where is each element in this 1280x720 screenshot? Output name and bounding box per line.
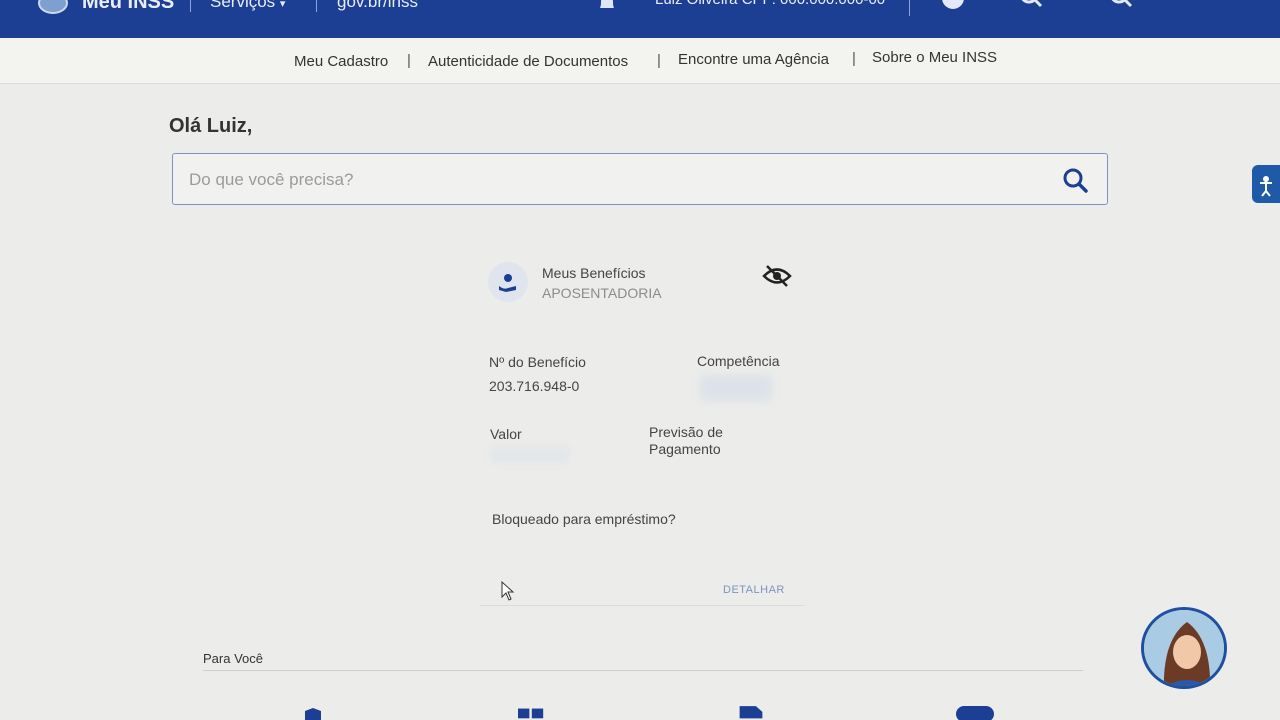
hide-eye-icon[interactable] — [762, 263, 792, 289]
divider — [190, 0, 191, 12]
valor-label: Valor — [490, 426, 522, 442]
services-menu[interactable]: Serviços ▾ — [210, 0, 285, 12]
nav-separator: | — [852, 50, 856, 67]
document-grid-icon[interactable] — [518, 702, 544, 720]
benefit-number-label: Nº do Benefício — [489, 354, 586, 370]
benefits-title: Meus Benefícios — [542, 265, 646, 281]
previsao-label-line2: Pagamento — [649, 441, 721, 457]
detalhar-link[interactable]: DETALHAR — [723, 584, 785, 596]
valor-value-hidden — [490, 446, 570, 464]
competencia-value-hidden — [700, 375, 772, 401]
brand-title[interactable]: Meu INSS — [82, 0, 174, 14]
search-icon[interactable] — [1018, 0, 1044, 12]
section-divider — [203, 670, 1083, 671]
greeting: Olá Luiz, — [169, 115, 253, 137]
nav-separator: | — [657, 52, 661, 69]
divider — [909, 0, 910, 16]
divider — [316, 0, 317, 12]
mouse-cursor-icon — [501, 581, 515, 601]
nav-autenticidade-documentos[interactable]: Autenticidade de Documentos — [428, 53, 628, 70]
logo-icon[interactable] — [38, 0, 68, 14]
search-icon[interactable] — [1108, 0, 1134, 12]
search-box — [172, 153, 1108, 205]
competencia-label: Competência — [697, 353, 780, 369]
bloqueado-label: Bloqueado para empréstimo? — [492, 511, 676, 527]
search-icon[interactable] — [1061, 166, 1089, 194]
govbr-link[interactable]: gov.br/inss — [337, 0, 418, 12]
previsao-label-line1: Previsão de — [649, 424, 723, 440]
id-card-icon[interactable] — [954, 702, 996, 720]
top-bar: Meu INSS Serviços ▾ gov.br/inss Luiz Oli… — [0, 0, 1280, 38]
hand-person-icon — [488, 262, 528, 302]
accessibility-tab[interactable] — [1252, 165, 1280, 203]
secondary-nav: Meu Cadastro | Autenticidade de Document… — [0, 38, 1280, 84]
nav-separator: | — [407, 52, 411, 69]
nav-meu-cadastro[interactable]: Meu Cadastro — [294, 53, 388, 70]
chevron-down-icon: ▾ — [279, 0, 286, 10]
assistant-avatar-image — [1144, 610, 1224, 686]
user-name[interactable]: Luiz Oliveira CPF: 000.000.000-00 — [655, 0, 885, 8]
section-title: Para Você — [203, 651, 263, 666]
nav-sobre-meu-inss[interactable]: Sobre o Meu INSS — [872, 49, 997, 66]
file-icon[interactable] — [738, 702, 764, 720]
screen: Meu INSS Serviços ▾ gov.br/inss Luiz Oli… — [0, 0, 1280, 720]
benefit-type: APOSENTADORIA — [542, 285, 662, 301]
assistant-avatar[interactable] — [1141, 607, 1227, 689]
benefit-number-value: 203.716.948-0 — [489, 378, 580, 394]
help-icon[interactable] — [940, 0, 966, 12]
nav-encontre-agencia[interactable]: Encontre uma Agência — [678, 51, 829, 68]
services-label: Serviços — [210, 0, 276, 11]
accessibility-icon — [1260, 176, 1272, 197]
shield-icon[interactable] — [300, 702, 326, 720]
card-divider — [480, 605, 804, 606]
bell-icon[interactable] — [596, 0, 618, 12]
search-input[interactable] — [189, 168, 1049, 192]
